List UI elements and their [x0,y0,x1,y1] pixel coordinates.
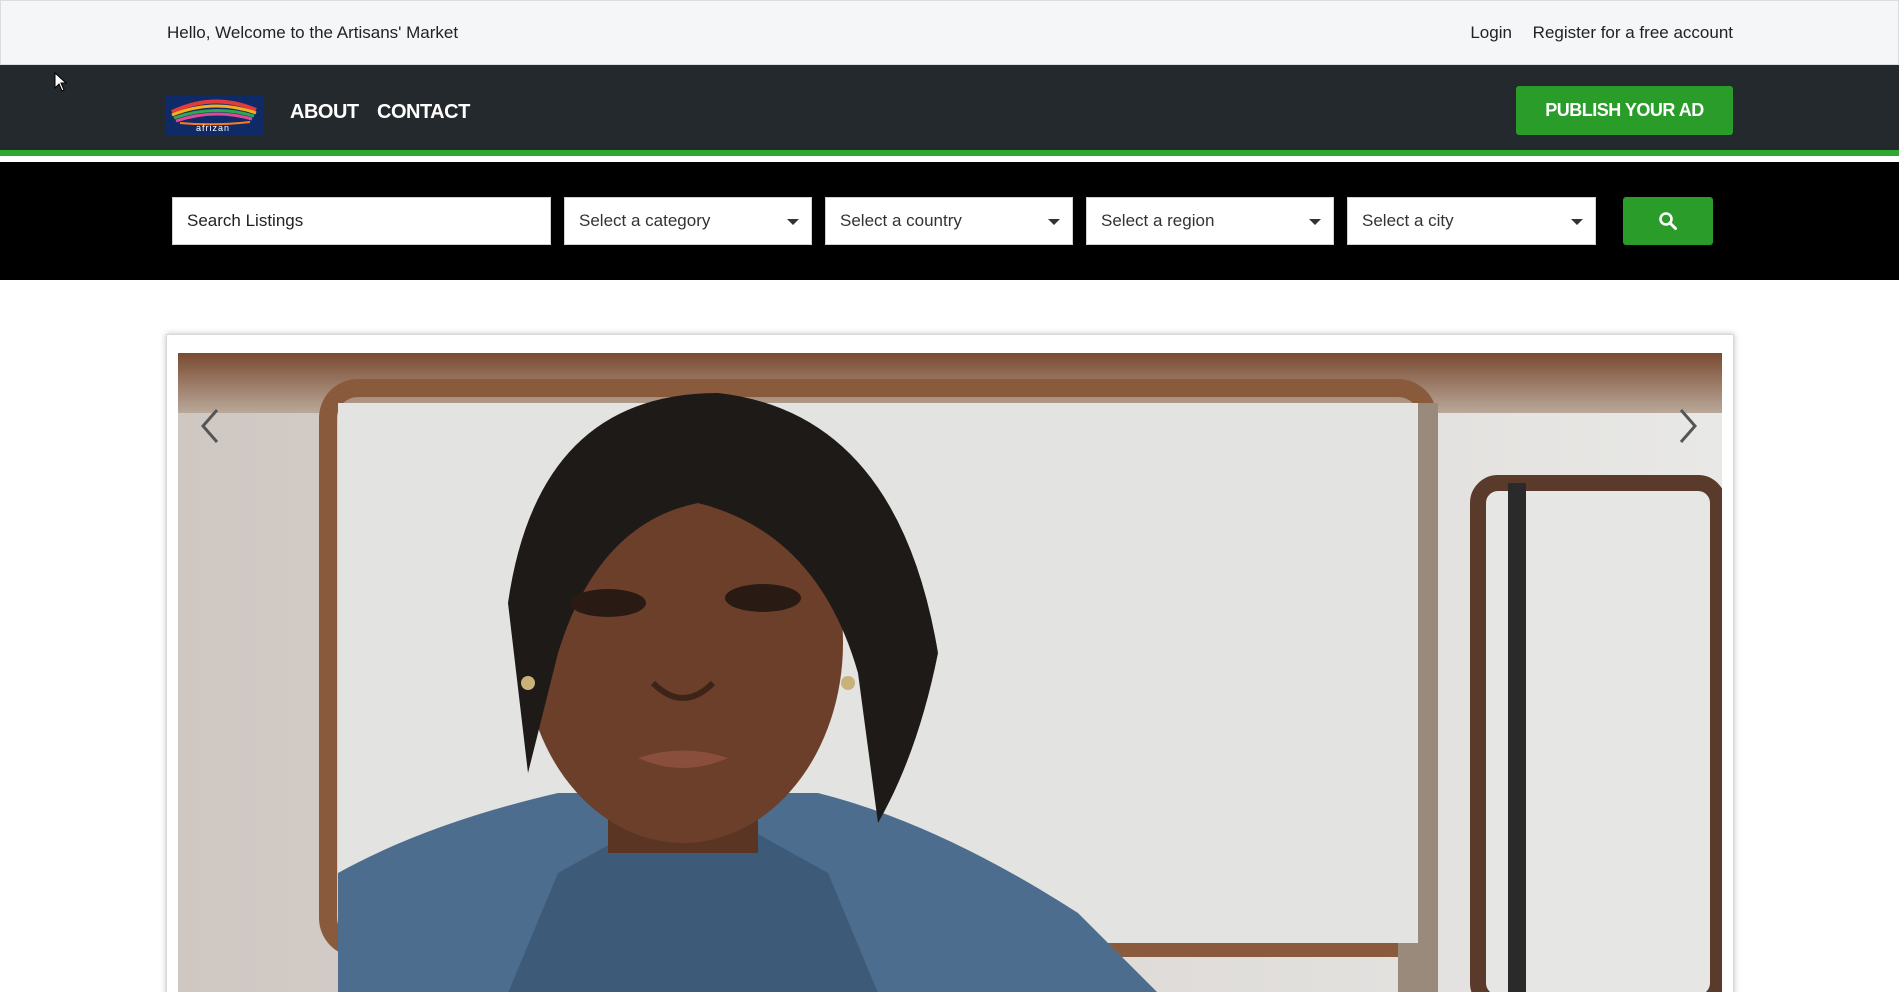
welcome-text: Hello, Welcome to the Artisans' Market [167,23,459,42]
country-select-label: Select a country [840,211,962,230]
country-select[interactable]: Select a country [825,197,1073,245]
search-input[interactable]: Search Listings [172,197,551,245]
region-select[interactable]: Select a region [1086,197,1334,245]
nav-contact[interactable]: CONTACT [377,101,470,124]
city-select-label: Select a city [1362,211,1454,230]
publish-ad-button[interactable]: PUBLISH YOUR AD [1516,86,1733,135]
search-bar: Search Listings Select a category Select… [0,162,1899,280]
carousel-next-button[interactable] [1668,396,1708,456]
caret-down-icon [1571,219,1583,225]
caret-down-icon [1048,219,1060,225]
search-icon [1659,212,1677,230]
brand-logo[interactable]: afrizan [166,96,263,135]
chevron-right-icon [1679,409,1697,443]
category-select-label: Select a category [579,211,711,230]
main-navbar: afrizan ABOUT CONTACT PUBLISH YOUR AD [0,65,1899,156]
region-select-label: Select a region [1101,211,1215,230]
logo-wordmark: afrizan [196,123,231,133]
chevron-left-icon [201,409,219,443]
login-link[interactable]: Login [1470,23,1512,42]
top-bar: Hello, Welcome to the Artisans' Market L… [0,0,1899,65]
search-button[interactable] [1623,197,1713,245]
nav-about[interactable]: ABOUT [290,101,359,124]
caret-down-icon [1309,219,1321,225]
register-link[interactable]: Register for a free account [1533,23,1733,42]
caret-down-icon [787,219,799,225]
category-select[interactable]: Select a category [564,197,812,245]
carousel-slide-image[interactable] [178,353,1722,992]
mouse-cursor-icon [54,72,68,92]
carousel-prev-button[interactable] [190,396,230,456]
account-links: Login Register for a free account [1454,23,1733,43]
hero-carousel [166,334,1734,992]
city-select[interactable]: Select a city [1347,197,1596,245]
